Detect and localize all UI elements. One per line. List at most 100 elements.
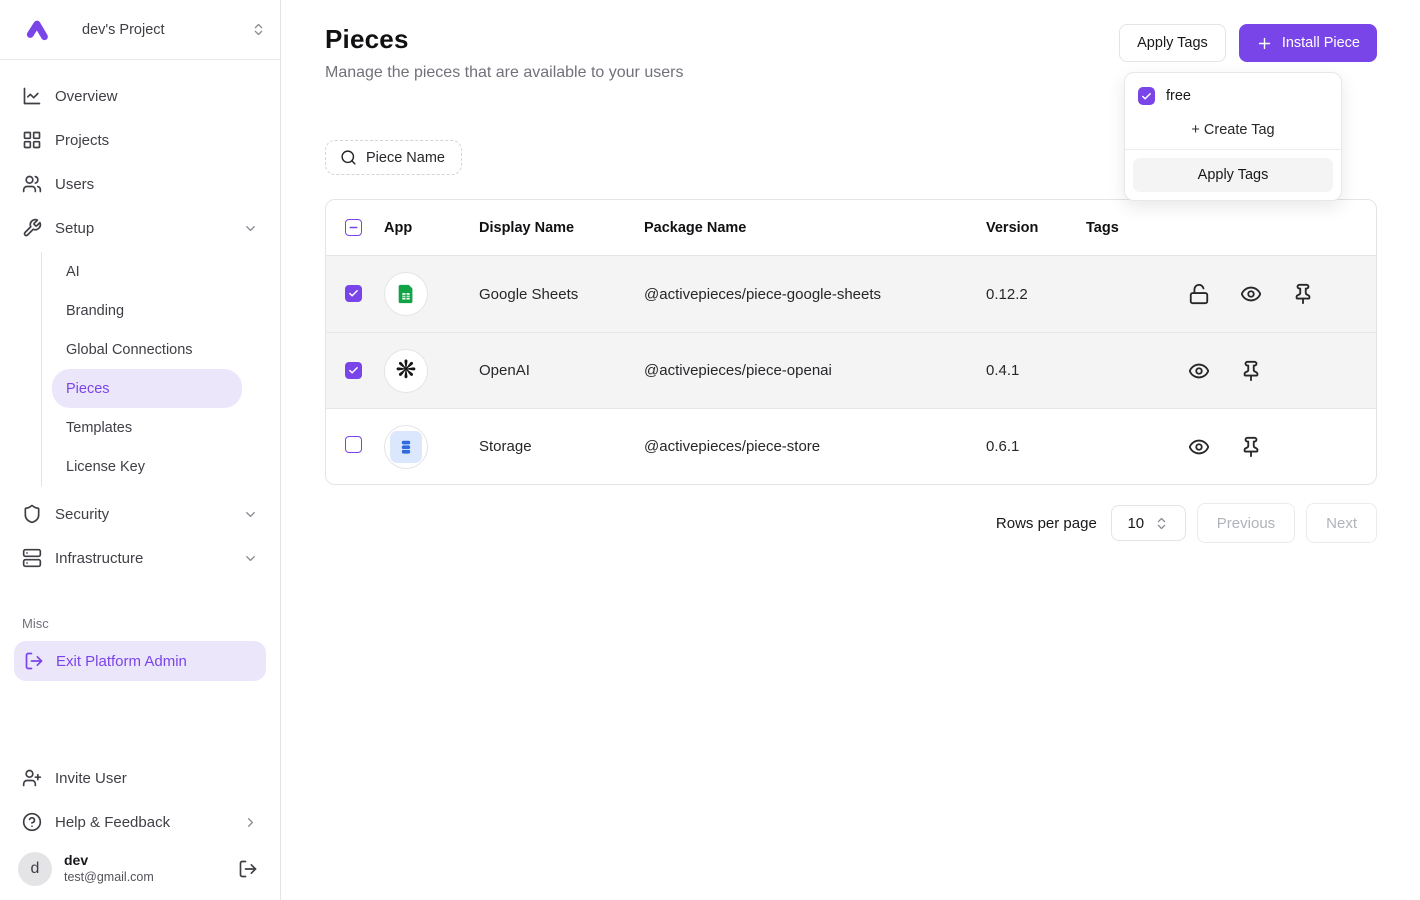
sidebar-item-projects[interactable]: Projects [14,118,266,162]
user-card[interactable]: d dev test@gmail.com [14,844,266,890]
tag-label: free [1166,88,1191,104]
piece-version: 0.12.2 [986,286,1086,303]
search-icon [340,149,357,166]
rows-per-page-label: Rows per page [996,515,1097,532]
piece-name-filter[interactable]: Piece Name [325,140,462,175]
table-row: Google Sheets @activepieces/piece-google… [326,256,1376,332]
previous-page-button[interactable]: Previous [1197,503,1295,543]
pieces-table: App Display Name Package Name Version Ta… [325,199,1377,485]
wrench-icon [22,218,42,238]
select-all-checkbox[interactable] [345,219,362,236]
exit-platform-admin-button[interactable]: Exit Platform Admin [14,641,266,681]
sidebar-item-users[interactable]: Users [14,162,266,206]
eye-icon[interactable] [1188,436,1210,458]
misc-label: Misc [14,616,266,631]
row-checkbox[interactable] [345,436,362,453]
check-icon [1141,91,1152,102]
sidebar-item-ai[interactable]: AI [52,252,242,291]
sidebar-item-label: Users [55,176,94,193]
sidebar: dev's Project Overview Projects [0,0,281,900]
help-feedback-button[interactable]: Help & Feedback [14,800,266,844]
project-switcher[interactable]: dev's Project [0,0,280,60]
invite-user-label: Invite User [55,770,127,787]
sidebar-item-label: Setup [55,220,94,237]
user-name: dev [64,852,226,870]
apply-tags-button[interactable]: Apply Tags [1119,24,1226,62]
chevrons-up-down-icon [251,22,266,37]
unlock-icon[interactable] [1188,283,1210,305]
install-piece-button[interactable]: Install Piece [1239,24,1377,62]
chevron-down-icon [243,551,258,566]
sidebar-item-setup[interactable]: Setup [14,206,266,250]
pin-icon[interactable] [1292,283,1314,305]
sidebar-item-global-connections[interactable]: Global Connections [52,330,242,369]
column-header-tags: Tags [1086,220,1176,236]
openai-icon: ❋ [384,349,428,393]
sidebar-item-branding[interactable]: Branding [52,291,242,330]
main-content: Pieces Manage the pieces that are availa… [281,0,1420,900]
user-email: test@gmail.com [64,870,226,886]
setup-submenu: AI Branding Global Connections Pieces Te… [41,252,242,486]
pagination: Rows per page 10 Previous Next [325,503,1377,543]
check-icon [348,365,359,376]
tag-checkbox[interactable] [1138,87,1155,105]
create-tag-button[interactable]: + Create Tag [1125,113,1341,149]
sidebar-item-overview[interactable]: Overview [14,74,266,118]
sidebar-item-license-key[interactable]: License Key [52,447,242,486]
table-row: ❋ OpenAI @activepieces/piece-openai 0.4.… [326,332,1376,408]
user-plus-icon [22,768,42,788]
column-header-display-name: Display Name [479,220,644,236]
column-header-app: App [384,220,479,236]
log-out-icon[interactable] [238,859,258,879]
sidebar-item-label: Security [55,506,109,523]
sidebar-item-label: Infrastructure [55,550,143,567]
log-out-icon [24,651,44,671]
popover-apply-tags-button[interactable]: Apply Tags [1133,158,1333,192]
avatar: d [18,852,52,886]
server-icon [22,548,42,568]
piece-display-name: Storage [479,438,644,455]
help-feedback-label: Help & Feedback [55,814,170,831]
tag-option-free[interactable]: free [1125,79,1341,113]
sidebar-nav: Overview Projects Users S [0,60,280,580]
row-checkbox[interactable] [345,285,362,302]
piece-package-name: @activepieces/piece-openai [644,362,986,379]
check-icon [348,288,359,299]
sidebar-item-security[interactable]: Security [14,492,266,536]
table-header-row: App Display Name Package Name Version Ta… [326,200,1376,256]
piece-display-name: Google Sheets [479,286,644,303]
column-header-version: Version [986,220,1086,236]
column-header-package-name: Package Name [644,220,986,236]
sidebar-footer: Invite User Help & Feedback d dev test@g… [0,756,280,890]
pin-icon[interactable] [1240,360,1262,382]
sidebar-item-label: Projects [55,132,109,149]
invite-user-button[interactable]: Invite User [14,756,266,800]
pin-icon[interactable] [1240,436,1262,458]
app-window: dev's Project Overview Projects [0,0,1420,900]
activepieces-logo-icon [22,15,52,45]
chevron-down-icon [243,221,258,236]
table-row: Storage @activepieces/piece-store 0.6.1 [326,408,1376,484]
sidebar-item-pieces[interactable]: Pieces [52,369,242,408]
piece-display-name: OpenAI [479,362,644,379]
row-checkbox[interactable] [345,362,362,379]
piece-version: 0.4.1 [986,362,1086,379]
piece-name-filter-label: Piece Name [366,150,445,166]
chevron-down-icon [243,507,258,522]
minus-icon [348,222,359,233]
line-chart-icon [22,86,42,106]
chevron-right-icon [243,815,258,830]
eye-icon[interactable] [1240,283,1262,305]
eye-icon[interactable] [1188,360,1210,382]
page-size-select[interactable]: 10 [1111,505,1186,541]
popover-divider [1125,149,1341,150]
project-select[interactable]: dev's Project [82,22,266,38]
piece-package-name: @activepieces/piece-google-sheets [644,286,986,303]
shield-icon [22,504,42,524]
next-page-button[interactable]: Next [1306,503,1377,543]
exit-platform-admin-label: Exit Platform Admin [56,653,187,670]
users-icon [22,174,42,194]
sidebar-item-infrastructure[interactable]: Infrastructure [14,536,266,580]
help-circle-icon [22,812,42,832]
sidebar-item-templates[interactable]: Templates [52,408,242,447]
